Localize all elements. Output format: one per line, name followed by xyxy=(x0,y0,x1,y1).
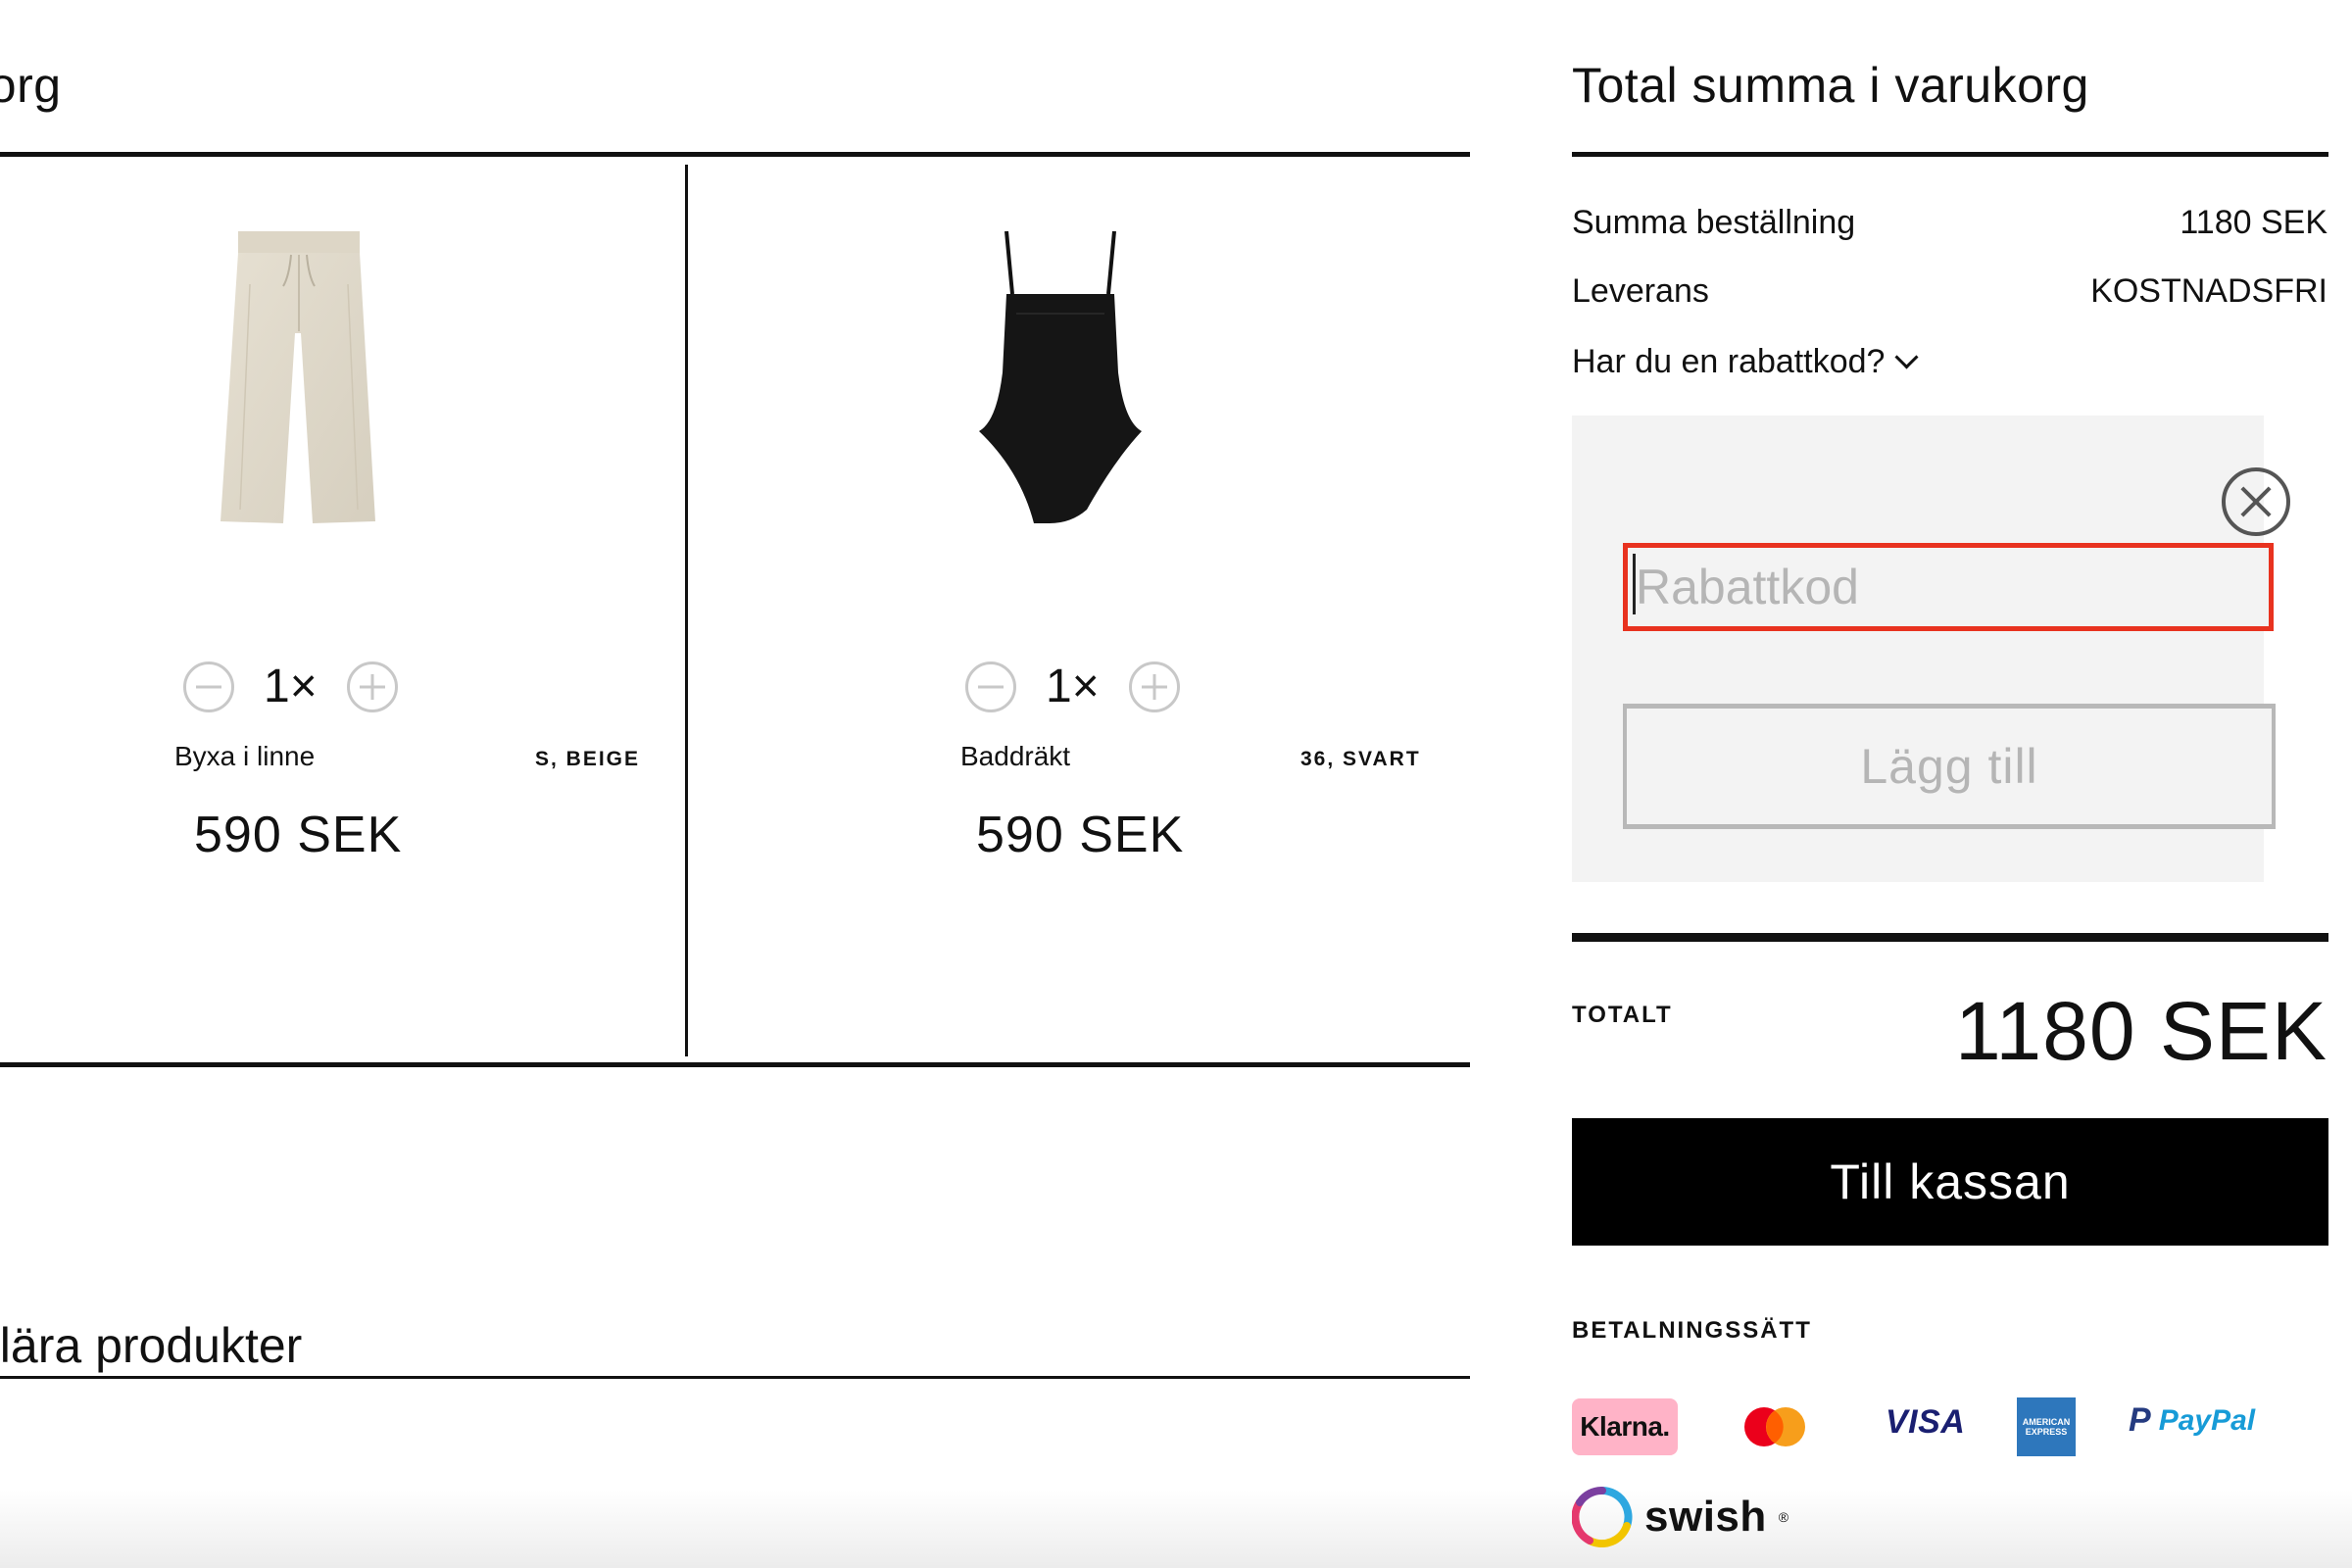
registered-mark: ® xyxy=(1778,1509,1789,1525)
cart-top-divider xyxy=(0,152,1470,157)
swimsuit-image xyxy=(979,230,1142,523)
quantity-value: 1× xyxy=(1046,661,1100,712)
swish-icon xyxy=(1572,1487,1633,1547)
klarna-logo: Klarna. xyxy=(1572,1398,1678,1455)
summary-title: Total summa i varukorg xyxy=(1572,58,2089,113)
order-sum-label: Summa beställning xyxy=(1572,204,1856,241)
swish-logo: swish ® xyxy=(1572,1487,1788,1547)
product-image[interactable] xyxy=(191,216,407,539)
paypal-wordmark: PayPal xyxy=(2158,1403,2256,1437)
checkout-button[interactable]: Till kassan xyxy=(1572,1118,2328,1246)
text-cursor xyxy=(1633,554,1636,614)
quantity-stepper: 1× xyxy=(183,660,398,713)
swish-wordmark: swish xyxy=(1644,1493,1767,1541)
popular-divider xyxy=(0,1376,1470,1379)
discount-toggle-label: Har du en rabattkod? xyxy=(1572,343,1886,380)
cart-item: 1× Byxa i linne S, BEIGE 590 SEK xyxy=(0,165,685,1056)
quantity-stepper: 1× xyxy=(965,660,1180,713)
summary-top-divider xyxy=(1572,152,2328,157)
trousers-image xyxy=(220,231,375,523)
product-image[interactable] xyxy=(972,216,1149,539)
amex-logo: AMERICAN EXPRESS xyxy=(2017,1397,2076,1456)
product-carousel-edge xyxy=(0,1490,2352,1568)
payment-methods-label: BETALNINGSSÄTT xyxy=(1572,1317,1812,1344)
plus-circle-icon[interactable] xyxy=(346,661,398,712)
visa-logo: VISA xyxy=(1886,1403,1966,1441)
delivery-label: Leverans xyxy=(1572,272,1709,310)
order-sum-value: 1180 SEK xyxy=(2180,204,2328,241)
cart-item: 1× Baddräkt 36, SVART 590 SEK xyxy=(688,165,1470,1056)
chevron-down-icon xyxy=(1894,345,1919,369)
delivery-value: KOSTNADSFRI xyxy=(2090,272,2328,310)
minus-circle-icon[interactable] xyxy=(965,661,1016,712)
discount-code-input[interactable] xyxy=(1623,543,2274,631)
total-label: TOTALT xyxy=(1572,1002,1673,1028)
minus-circle-icon[interactable] xyxy=(183,661,234,712)
popular-products-title: ulära produkter xyxy=(0,1318,303,1373)
product-name[interactable]: Baddräkt xyxy=(960,741,1070,772)
discount-code-toggle[interactable]: Har du en rabattkod? xyxy=(1572,343,1919,381)
product-price: 590 SEK xyxy=(194,807,403,863)
cart-title: ukorg xyxy=(0,58,62,113)
paypal-mark-icon: P xyxy=(2129,1401,2151,1439)
total-value: 1180 SEK xyxy=(1954,985,2328,1077)
product-price: 590 SEK xyxy=(976,807,1185,863)
product-variant: 36, SVART xyxy=(1300,748,1421,770)
product-name[interactable]: Byxa i linne xyxy=(174,741,315,772)
apply-discount-button[interactable]: Lägg till xyxy=(1623,704,2276,829)
product-variant: S, BEIGE xyxy=(535,748,641,770)
quantity-value: 1× xyxy=(264,661,318,712)
plus-circle-icon[interactable] xyxy=(1128,661,1180,712)
paypal-logo: P PayPal xyxy=(2129,1401,2255,1440)
cart-bottom-divider xyxy=(0,1062,1470,1067)
total-divider xyxy=(1572,933,2328,942)
close-circle-icon[interactable] xyxy=(2222,467,2290,536)
mastercard-logo xyxy=(1742,1405,1807,1453)
